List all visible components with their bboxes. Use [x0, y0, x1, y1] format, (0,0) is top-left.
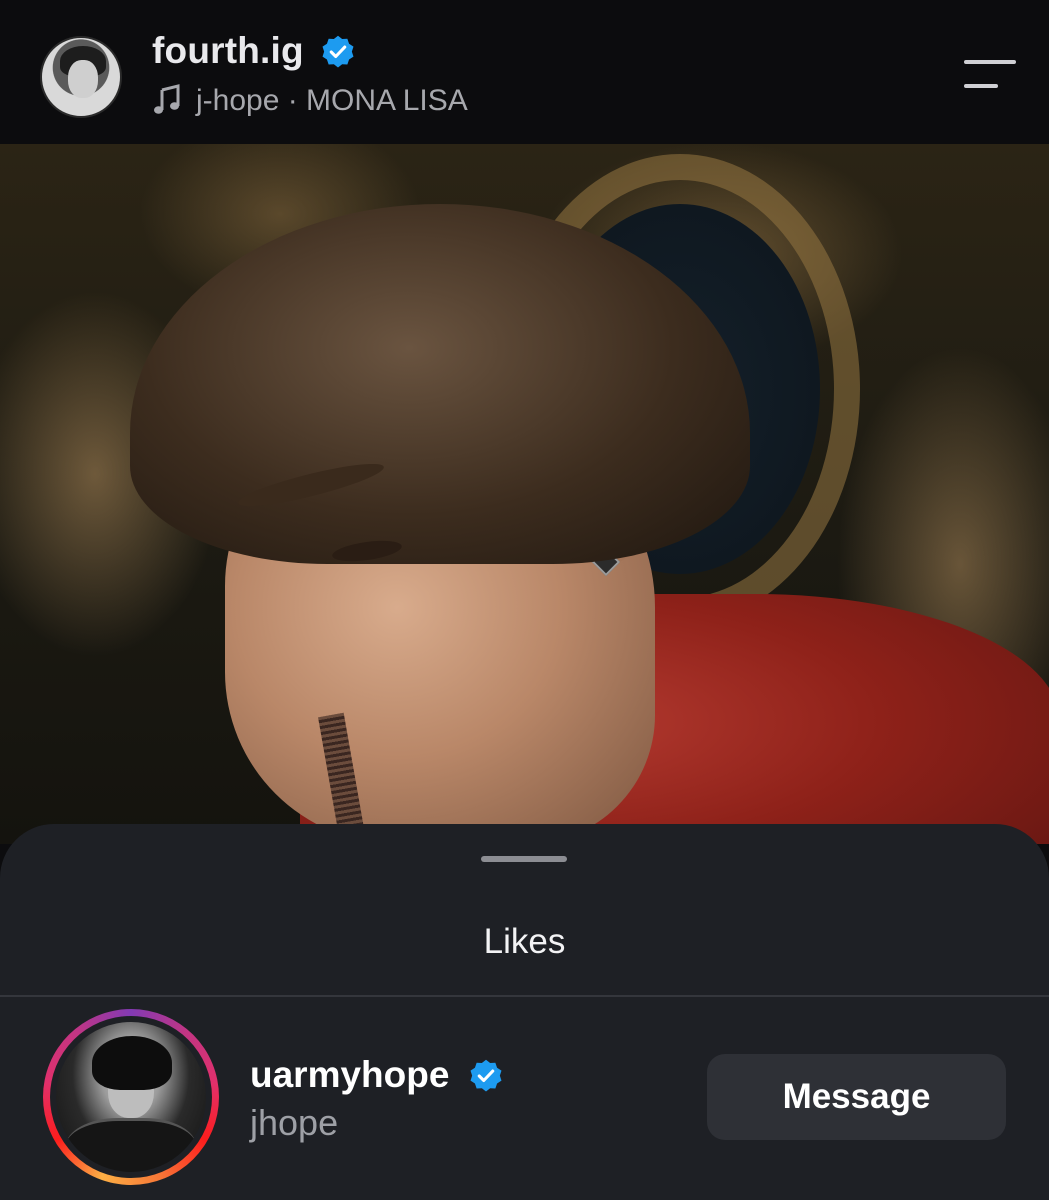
author-avatar[interactable] [40, 36, 122, 118]
post-photo[interactable] [0, 144, 1049, 844]
menu-icon[interactable] [960, 60, 1018, 90]
avatar-hair [92, 1036, 172, 1090]
sheet-title: Likes [483, 922, 566, 961]
author-username[interactable]: fourth.ig [152, 30, 304, 72]
verified-badge-icon [470, 1059, 502, 1092]
message-button[interactable]: Message [707, 1054, 1006, 1140]
verified-badge-icon [322, 35, 354, 68]
sheet-drag-handle[interactable] [481, 856, 567, 862]
avatar-face [68, 60, 98, 98]
music-track-label[interactable]: j-hope · MONA LISA [196, 84, 468, 118]
liker-avatar[interactable] [56, 1022, 206, 1172]
avatar-jacket [66, 1118, 196, 1172]
post-header: fourth.ig j-hope · MONA LISA [0, 0, 1049, 144]
sheet-divider [0, 995, 1049, 997]
liker-username[interactable]: uarmyhope [250, 1054, 449, 1096]
liker-full-name: jhope [250, 1102, 339, 1143]
music-note-icon [154, 84, 180, 114]
